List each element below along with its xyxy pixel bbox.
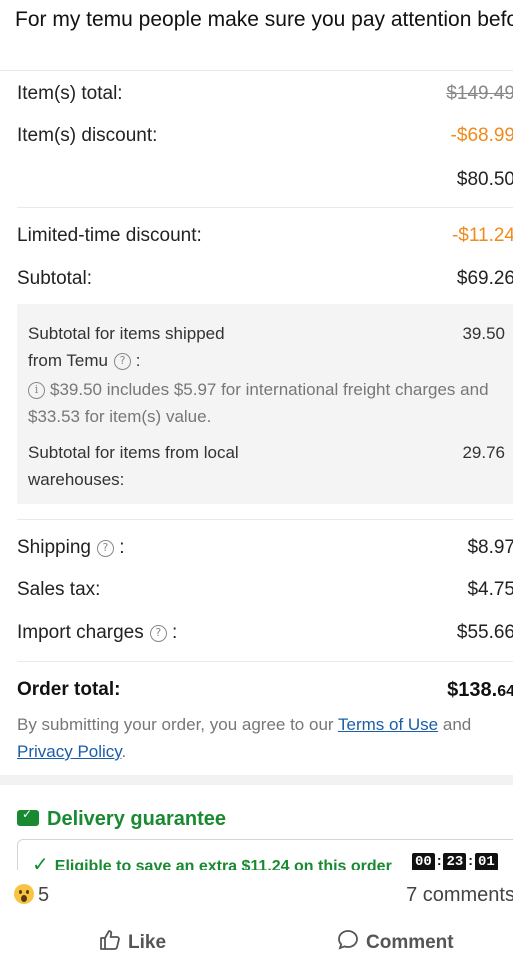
delivery-guarantee-title[interactable]: Delivery guarantee <box>17 807 226 831</box>
local-subtotal-label-line2: warehouses: <box>28 470 125 489</box>
shipping-value: $8.97 <box>467 537 513 558</box>
discounted-amount-value: $80.50 <box>456 169 513 190</box>
divider <box>17 207 513 208</box>
comments-count[interactable]: 7 comments <box>406 884 513 907</box>
terms-suffix: . <box>121 742 127 761</box>
comment-bubble-icon <box>338 930 358 950</box>
order-total-label: Order total: <box>17 679 121 700</box>
subtotal-breakdown: Subtotal for items shipped from Temu? : … <box>17 304 513 504</box>
terms-and: and <box>442 715 472 734</box>
local-subtotal-value: 29.76 <box>462 443 505 462</box>
divider <box>17 661 513 662</box>
question-circle-icon[interactable]: ? <box>114 353 131 370</box>
reaction-count: 5 <box>38 884 50 906</box>
delivery-guarantee-text: Delivery guarantee <box>47 808 226 830</box>
comment-button[interactable]: Comment <box>336 928 454 954</box>
order-total-dollars: $138. <box>447 679 498 701</box>
reaction-summary[interactable]: 5 <box>14 884 49 907</box>
delivery-truck-icon <box>17 807 39 826</box>
local-subtotal-label-line1: Subtotal for items from local <box>28 443 239 462</box>
countdown-timer: 00:23:01 <box>412 852 498 871</box>
limited-discount-label: Limited-time discount: <box>17 225 202 246</box>
privacy-policy-link[interactable]: Privacy Policy <box>17 742 122 761</box>
freight-note-text: $39.50 includes $5.97 for international … <box>28 380 489 426</box>
thumbs-up-icon <box>100 930 120 950</box>
items-total-value: $149.49 <box>446 83 513 104</box>
question-circle-icon[interactable]: ? <box>149 625 167 642</box>
items-discount-value: -$68.99 <box>450 125 513 146</box>
import-charges-colon: : <box>172 622 178 643</box>
import-charges-label-text: Import charges <box>17 622 144 643</box>
sales-tax-value: $4.75 <box>467 579 513 600</box>
terms-notice: By submitting your order, you agree to o… <box>17 711 513 765</box>
subtotal-value: $69.26 <box>456 268 513 289</box>
facebook-post: For my temu people make sure you pay att… <box>0 0 513 960</box>
items-total-label: Item(s) total: <box>17 83 123 104</box>
temu-subtotal-label: Subtotal for items shipped from Temu? : <box>28 320 225 374</box>
caption-text: For my temu people make sure you pay att… <box>15 8 513 31</box>
temu-subtotal-colon: : <box>135 351 141 370</box>
divider <box>17 519 513 520</box>
limited-discount-value: -$11.24 <box>451 225 513 246</box>
local-subtotal-label: Subtotal for items from local warehouses… <box>28 439 239 493</box>
timer-minutes: 23 <box>443 853 467 871</box>
terms-prefix: By submitting your order, you agree to o… <box>17 715 334 734</box>
import-charges-value: $55.66 <box>456 622 513 643</box>
temu-subtotal-label-line1: Subtotal for items shipped <box>28 324 225 343</box>
order-total-value: $138.64 <box>447 679 513 702</box>
items-discount-label: Item(s) discount: <box>17 125 158 146</box>
section-divider <box>0 775 513 785</box>
temu-order-summary-screenshot: Item(s) total: $149.49 Item(s) discount:… <box>0 70 513 878</box>
post-footer: 5 7 comments Like Comment <box>0 870 513 960</box>
subtotal-label: Subtotal: <box>17 268 92 289</box>
timer-seconds: 01 <box>474 853 498 871</box>
question-circle-icon[interactable]: ? <box>96 540 114 557</box>
shipping-colon: : <box>119 537 125 558</box>
info-circle-icon: i <box>28 382 45 399</box>
freight-note: i $39.50 includes $5.97 for international… <box>28 376 508 430</box>
temu-subtotal-label-line2: from Temu <box>28 351 108 370</box>
like-label: Like <box>128 932 167 953</box>
shipping-label-text: Shipping <box>17 537 91 558</box>
temu-subtotal-value: 39.50 <box>462 324 505 343</box>
terms-of-use-link[interactable]: Terms of Use <box>338 715 438 734</box>
like-button[interactable]: Like <box>98 928 166 954</box>
sales-tax-label: Sales tax: <box>17 579 101 600</box>
comment-label: Comment <box>366 932 454 953</box>
wow-reaction-icon <box>14 884 34 904</box>
order-total-cents: 64 <box>497 683 513 700</box>
import-charges-label: Import charges? : <box>17 622 177 644</box>
post-caption: For my temu people make sure you pay att… <box>15 6 513 34</box>
shipping-label: Shipping? : <box>17 537 125 559</box>
timer-hours: 00 <box>412 853 435 871</box>
